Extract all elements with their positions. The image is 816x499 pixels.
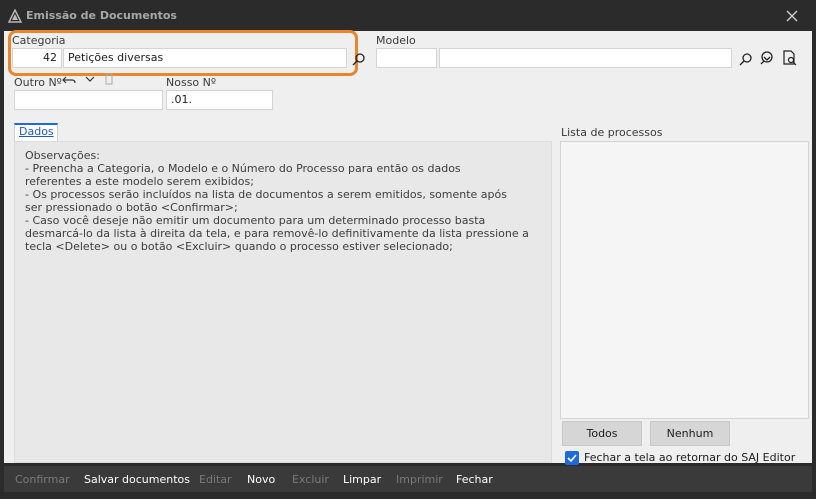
search-icon[interactable] (351, 51, 367, 67)
document-icon[interactable] (103, 73, 115, 85)
observacao-line: - Preencha a Categoria, o Modelo e o Núm… (25, 162, 461, 175)
todos-button[interactable]: Todos (562, 421, 642, 446)
novo-button[interactable]: Novo (247, 473, 275, 486)
lista-processos-label: Lista de processos (561, 126, 663, 139)
categoria-name-input[interactable]: Petições diversas (63, 48, 347, 68)
categoria-code-input[interactable]: 42 (12, 48, 62, 68)
categoria-label: Categoria (12, 34, 66, 47)
outro-n-label: Outro Nº (14, 76, 62, 89)
tab-dados-label[interactable]: Dados (19, 125, 54, 138)
observacao-line: referentes a este modelo serem exibidos; (25, 175, 254, 188)
chevron-down-icon[interactable] (84, 73, 96, 85)
lista-processos-list[interactable] (560, 141, 809, 419)
title-bar: Emissão de Documentos (0, 0, 816, 31)
nosso-n-input[interactable]: .01. (166, 90, 273, 110)
search-icon[interactable] (738, 51, 754, 67)
limpar-button[interactable]: Limpar (343, 473, 381, 486)
window-title: Emissão de Documentos (26, 9, 177, 22)
modelo-label: Modelo (376, 34, 416, 47)
app-logo-icon (8, 9, 22, 23)
fechar-button[interactable]: Fechar (456, 473, 493, 486)
close-icon[interactable] (782, 6, 802, 26)
search-refresh-icon[interactable] (759, 50, 775, 66)
nenhum-button[interactable]: Nenhum (650, 421, 730, 446)
nosso-n-label: Nosso Nº (166, 76, 217, 89)
fechar-tela-label[interactable]: Fechar a tela ao retornar do SAJ Editor (584, 451, 795, 464)
checkmark-icon (567, 454, 577, 463)
form-content: Categoria 42 Petições diversas Modelo Ou… (4, 30, 812, 465)
modelo-name-input[interactable] (439, 48, 732, 68)
observacao-line: ser pressionado o botão <Confirmar>; (25, 201, 238, 214)
salvar-documentos-button[interactable]: Salvar documentos (84, 473, 190, 486)
editar-button[interactable]: Editar (199, 473, 232, 486)
observacao-line: - Os processos serão incluídos na lista … (25, 188, 507, 201)
confirmar-button[interactable]: Confirmar (15, 473, 70, 486)
observacao-line: desmarcá-lo da lista à direita da tela, … (25, 227, 529, 240)
observacao-line: - Caso você deseje não emitir um documen… (25, 214, 486, 227)
emissao-documentos-window: Emissão de Documentos Categoria 42 Petiç… (0, 0, 816, 499)
document-search-icon[interactable] (781, 50, 797, 66)
excluir-button[interactable]: Excluir (292, 473, 329, 486)
modelo-code-input[interactable] (376, 48, 437, 68)
outro-n-input[interactable] (14, 90, 163, 110)
action-toolbar: Confirmar Salvar documentos Editar Novo … (4, 466, 812, 492)
observacao-line: Observações: (25, 149, 100, 162)
fechar-tela-checkbox[interactable] (565, 451, 579, 465)
undo-icon[interactable] (62, 73, 76, 87)
observacao-line: tecla <Delete> ou o botão <Excluir> quan… (25, 240, 453, 253)
imprimir-button[interactable]: Imprimir (396, 473, 443, 486)
